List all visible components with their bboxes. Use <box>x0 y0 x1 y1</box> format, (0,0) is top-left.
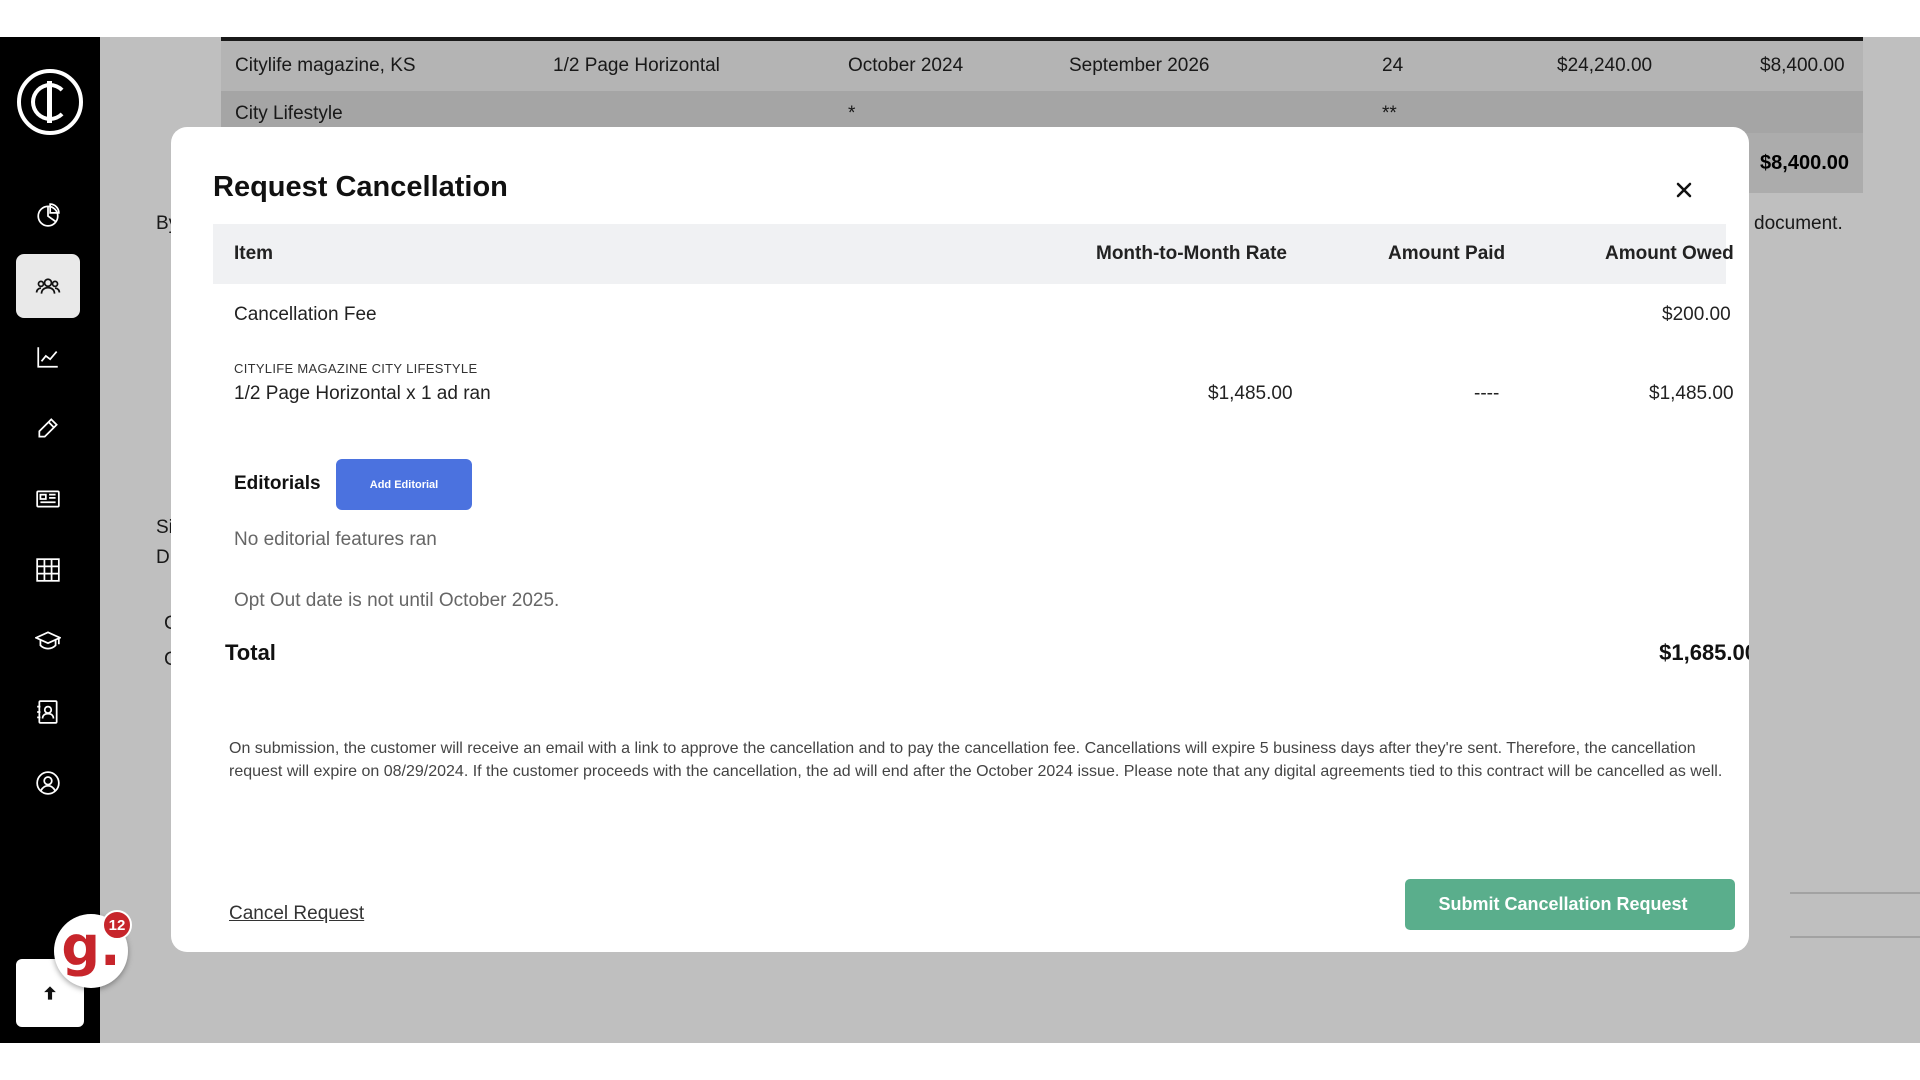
add-editorial-button[interactable]: Add Editorial <box>336 459 472 510</box>
arrow-up-icon <box>44 986 56 1000</box>
trend-chart-icon[interactable] <box>16 325 80 389</box>
column-owed: Amount Owed <box>1605 243 1734 264</box>
row-publication: CITYLIFE MAGAZINE CITY LIFESTYLE <box>234 361 478 376</box>
row-owed: $1,485.00 <box>1649 383 1734 404</box>
total-label: Total <box>225 640 276 665</box>
table-header: Item Month-to-Month Rate Amount Paid Amo… <box>213 224 1734 284</box>
close-button[interactable] <box>1669 175 1699 205</box>
column-paid: Amount Paid <box>1388 243 1506 264</box>
close-icon <box>1676 182 1692 198</box>
row-item: Cancellation Fee <box>234 304 377 325</box>
newspaper-icon[interactable] <box>16 467 80 531</box>
row-owed: $200.00 <box>1662 304 1731 325</box>
opt-out-note: Opt Out date is not until October 2025. <box>234 590 560 611</box>
no-editorials-text: No editorial features ran <box>234 529 437 550</box>
contacts-book-icon[interactable] <box>16 680 80 744</box>
pencil-icon[interactable] <box>16 396 80 460</box>
row-rate: $1,485.00 <box>1208 383 1293 404</box>
request-cancellation-modal: Request Cancellation Item Month-to-Month… <box>171 127 1749 952</box>
column-item: Item <box>234 243 274 264</box>
sidebar <box>0 37 100 1043</box>
users-icon[interactable] <box>16 254 80 318</box>
user-circle-icon[interactable] <box>16 751 80 815</box>
badge-count: 12 <box>102 910 132 940</box>
graduation-cap-icon[interactable] <box>16 609 80 673</box>
total-value: $1,685.00 <box>1659 640 1749 665</box>
app-frame: Citylife magazine, KS 1/2 Page Horizonta… <box>0 37 1920 1043</box>
submission-notice: On submission, the customer will receive… <box>229 740 1723 780</box>
notification-badge[interactable]: g. 12 <box>54 910 132 988</box>
row-item: 1/2 Page Horizontal x 1 ad ran <box>234 383 491 404</box>
column-rate: Month-to-Month Rate <box>1096 243 1287 264</box>
submit-cancellation-button[interactable]: Submit Cancellation Request <box>1405 879 1735 930</box>
modal-title: Request Cancellation <box>213 171 508 203</box>
pie-chart-icon[interactable] <box>16 183 80 247</box>
logo-icon <box>17 69 83 135</box>
cancel-request-link[interactable]: Cancel Request <box>229 903 364 925</box>
row-paid: ---- <box>1474 383 1500 404</box>
grid-icon[interactable] <box>16 538 80 602</box>
editorials-label: Editorials <box>234 473 321 494</box>
